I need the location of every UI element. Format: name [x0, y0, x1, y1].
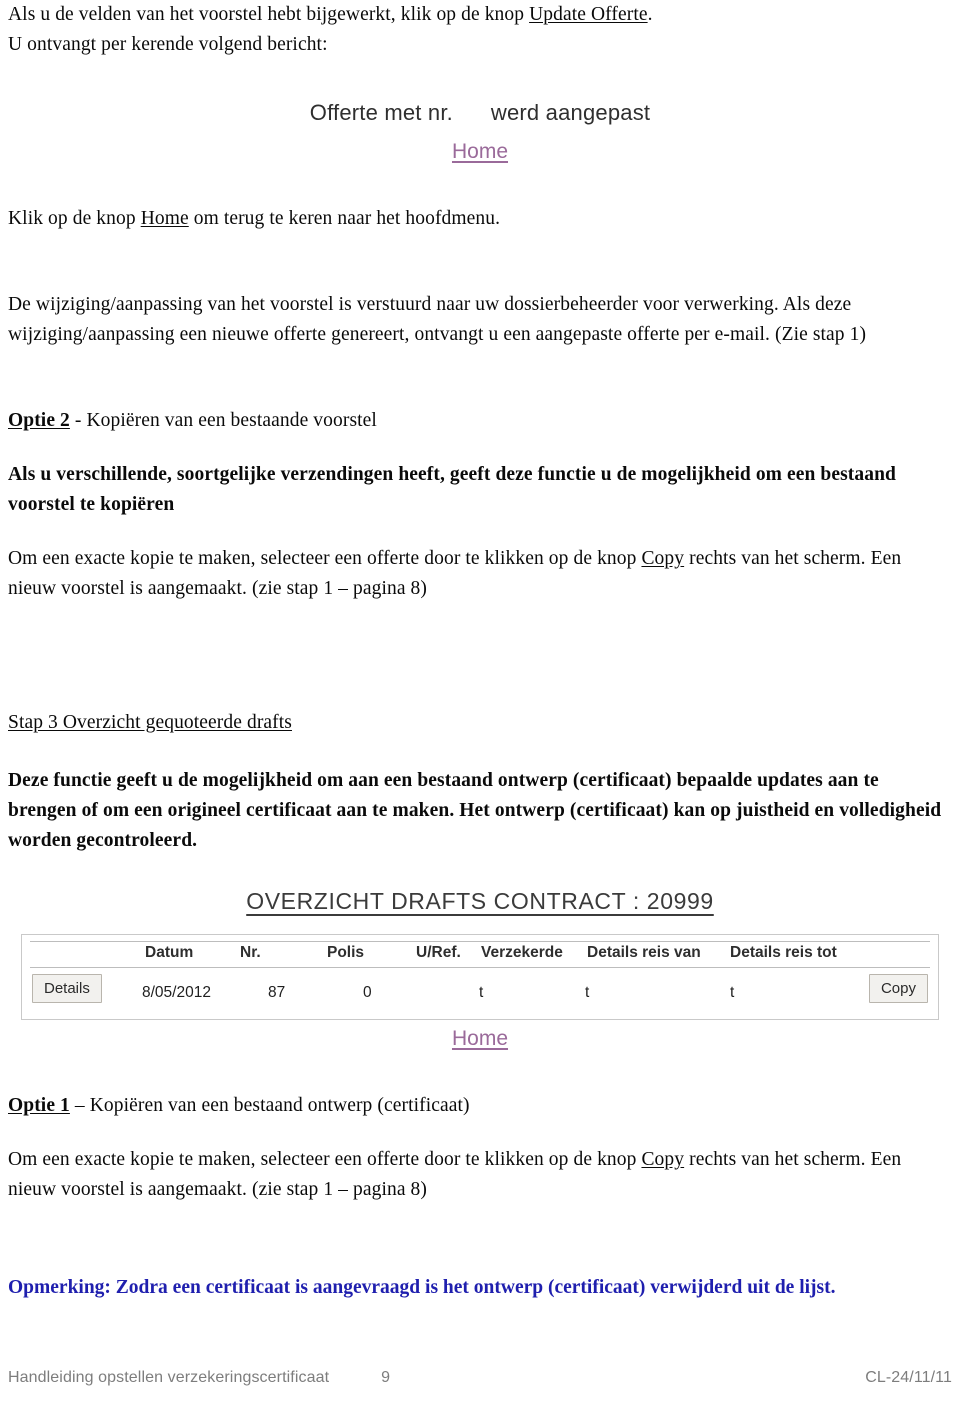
- optie2-label: Optie 2: [8, 410, 70, 431]
- column-header-details-reis-tot: Details reis tot: [730, 944, 837, 961]
- home-link[interactable]: Home: [452, 140, 508, 164]
- confirmation-screenshot: Offerte met nr. werd aangepast Home: [8, 100, 952, 164]
- home-instruction-post: om terug te keren naar het hoofdmenu.: [188, 208, 501, 229]
- drafts-home-wrap: Home: [21, 1027, 939, 1051]
- optie1-body-paragraph: Om een exacte kopie te maken, selecteer …: [8, 1145, 952, 1205]
- home-button-reference[interactable]: Home: [141, 208, 189, 229]
- processing-paragraph: De wijziging/aanpassing van het voorstel…: [8, 294, 867, 345]
- confirmation-message: Offerte met nr. werd aangepast: [309, 100, 651, 125]
- home-instruction-paragraph: Klik op de knop Home om terug te keren n…: [8, 204, 952, 234]
- confirmation-home-wrap: Home: [8, 140, 952, 164]
- cell-datum: 8/05/2012: [142, 984, 211, 1001]
- cell-uref: t: [479, 984, 484, 1001]
- drafts-table-header-row: Datum Nr. Polis U/Ref. Verzekerde Detail…: [30, 941, 930, 968]
- home-link[interactable]: Home: [452, 1027, 508, 1051]
- details-button[interactable]: Details: [32, 974, 102, 1003]
- footer-document-code: CL-24/11/11: [865, 1369, 952, 1386]
- copy-button-reference[interactable]: Copy: [641, 1149, 684, 1170]
- optie2-body-pre: Om een exacte kopie te maken, selecteer …: [8, 548, 642, 569]
- cell-verzekerde: t: [585, 984, 590, 1001]
- drafts-table-container: Datum Nr. Polis U/Ref. Verzekerde Detail…: [21, 934, 939, 1020]
- home-instruction-pre: Klik op de knop: [8, 208, 141, 229]
- column-header-uref: U/Ref.: [416, 944, 461, 961]
- optie1-heading: Optie 1 – Kopiëren van een bestaand ontw…: [8, 1091, 952, 1121]
- intro-line2: U ontvangt per kerende volgend bericht:: [8, 34, 328, 55]
- cell-details-reis-van: t: [730, 984, 735, 1001]
- column-header-polis: Polis: [327, 944, 365, 961]
- footer-document-title: Handleiding opstellen verzekeringscertif…: [8, 1369, 330, 1386]
- stap3-body-paragraph: Deze functie geeft u de mogelijkheid om …: [8, 770, 942, 851]
- optie2-bold-paragraph: Als u verschillende, soortgelijke verzen…: [8, 464, 896, 515]
- column-header-datum: Datum: [145, 944, 194, 961]
- intro-line1-pre: Als u de velden van het voorstel hebt bi…: [8, 4, 530, 25]
- column-header-nr: Nr.: [240, 944, 261, 961]
- copy-button[interactable]: Copy: [868, 974, 928, 1003]
- column-header-details-reis-van: Details reis van: [587, 944, 701, 961]
- optie2-body-paragraph: Om een exacte kopie te maken, selecteer …: [8, 544, 952, 604]
- stap3-heading: Stap 3 Overzicht gequoteerde drafts: [8, 712, 292, 733]
- page-footer: Handleiding opstellen verzekeringscertif…: [8, 1369, 952, 1387]
- column-header-verzekerde: Verzekerde: [481, 944, 563, 961]
- opmerking-note: Opmerking: Zodra een certificaat is aang…: [8, 1276, 836, 1298]
- intro-line1-post: .: [647, 4, 653, 25]
- cell-nr: 87: [268, 984, 286, 1001]
- optie2-heading-rest: - Kopiëren van een bestaande voorstel: [69, 410, 377, 431]
- copy-button-reference[interactable]: Copy: [641, 548, 684, 569]
- update-offerte-button-reference[interactable]: Update Offerte: [529, 4, 648, 25]
- optie1-label: Optie 1: [8, 1095, 70, 1116]
- intro-paragraph: Als u de velden van het voorstel hebt bi…: [8, 0, 952, 60]
- optie1-body-pre: Om een exacte kopie te maken, selecteer …: [8, 1149, 642, 1170]
- document-page: Als u de velden van het voorstel hebt bi…: [0, 0, 960, 1403]
- drafts-overview-screenshot: OVERZICHT DRAFTS CONTRACT : 20999 Datum …: [21, 888, 939, 1051]
- optie1-heading-rest: – Kopiëren van een bestaand ontwerp (cer…: [69, 1095, 470, 1116]
- table-row[interactable]: Details 8/05/2012 87 0 t t t Copy: [30, 968, 930, 1020]
- cell-polis: 0: [363, 984, 372, 1001]
- drafts-overview-title: OVERZICHT DRAFTS CONTRACT : 20999: [246, 888, 714, 914]
- optie2-heading: Optie 2 - Kopiëren van een bestaande voo…: [8, 406, 952, 436]
- footer-page-number: 9: [381, 1369, 391, 1386]
